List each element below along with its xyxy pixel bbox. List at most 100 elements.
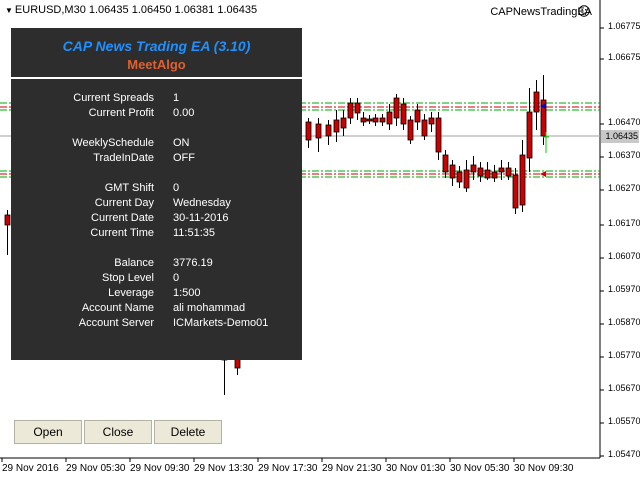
info-label: Current Day [94,197,154,209]
info-value: ON [173,137,190,149]
price-label: 1.05870 [608,317,640,327]
info-row-trade-in-date: TradeInDate OFF [11,152,302,167]
candle-body [442,154,449,173]
info-row-current-spreads: Current Spreads 1 [11,92,302,107]
candle-body [4,214,11,226]
info-label: Stop Level [102,272,154,284]
candle-body [315,123,322,139]
info-label: Current Spreads [73,92,154,104]
info-label: GMT Shift [104,182,154,194]
time-label: 30 Nov 01:30 [386,463,446,474]
info-label: WeeklySchedule [72,137,154,149]
info-value: 0.00 [173,107,195,119]
symbol-info-text: EURUSD,M30 1.06435 1.06450 1.06381 1.064… [14,4,258,16]
info-label: Leverage [108,287,154,299]
time-label: 29 Nov 09:30 [130,463,190,474]
price-label: 1.06775 [608,21,640,31]
candle-body [340,117,347,129]
candle-body [407,119,414,141]
price-label: 1.05470 [608,449,640,459]
candle-body [505,167,512,177]
open-button[interactable]: Open [14,420,82,444]
expert-advisor-name: CAPNewsTradingEA [490,6,592,18]
info-value: 0 [173,182,180,194]
info-value: 1 [173,92,180,104]
time-label: 29 Nov 17:30 [258,463,318,474]
candle-body [463,169,470,189]
panel-title: CAP News Trading EA (3.10) [62,38,251,54]
panel-divider [11,77,302,79]
info-row-current-date: Current Date 30-11-2016 [11,212,302,227]
delete-button[interactable]: Delete [154,420,222,444]
candle-body [428,117,435,125]
info-value: OFF [173,152,195,164]
candle-body [400,103,407,125]
close-button[interactable]: Close [84,420,152,444]
time-label: 29 Nov 13:30 [194,463,254,474]
candle-body [393,97,400,119]
candle-body [325,124,332,137]
candle-body [414,109,421,123]
candle-body [333,119,340,133]
time-label: 29 Nov 05:30 [66,463,126,474]
info-label: TradeInDate [93,152,154,164]
info-value: 30-11-2016 [173,212,229,224]
info-label: Balance [114,257,154,269]
info-value: 0 [173,272,180,284]
info-row-account-name: Account Name ali mohammad [11,302,302,317]
info-row-current-profit: Current Profit 0.00 [11,107,302,122]
price-label: 1.06470 [608,117,640,127]
candle-body [470,164,477,173]
info-value: 1:500 [173,287,201,299]
info-value: ali mohammad [173,302,246,314]
candle-body [449,164,456,179]
price-axis: 1.06775 1.06675 1.06470 1.06370 1.06270 … [600,0,640,480]
candle-body [512,174,519,209]
triangle-down-icon: ▼ [5,6,13,15]
info-row-balance: Balance 3776.19 [11,257,302,272]
info-row-current-time: Current Time 11:51:35 [11,227,302,242]
candle-body [372,117,379,123]
info-row-weekly-schedule: WeeklySchedule ON [11,137,302,152]
ea-info-panel: CAP News Trading EA (3.10) MeetAlgo Curr… [11,28,302,360]
candle-body [519,154,526,206]
info-value: ICMarkets-Demo01 [173,317,269,329]
info-label: Current Profit [88,107,154,119]
candle-body [491,171,498,179]
smiley-icon[interactable] [578,5,590,17]
price-label: 1.05570 [608,416,640,426]
candle-body [456,171,463,183]
candle-body [533,91,540,113]
candle-body [366,118,373,122]
sell-marker [540,171,546,177]
price-label: 1.06070 [608,251,640,261]
price-label: 1.06270 [608,183,640,193]
candle-body [526,111,533,159]
info-value: 11:51:35 [173,227,216,239]
candle-body [421,119,428,137]
info-row-gmt-shift: GMT Shift 0 [11,182,302,197]
info-label: Current Date [91,212,154,224]
price-label: 1.06170 [608,218,640,228]
symbol-info: ▼ EURUSD,M30 1.06435 1.06450 1.06381 1.06… [5,4,257,16]
candle-body [498,167,505,173]
panel-subtitle: MeetAlgo [127,57,186,72]
candle-body [477,167,484,177]
time-label: 30 Nov 09:30 [514,463,574,474]
price-label: 1.05970 [608,284,640,294]
info-row-current-day: Current Day Wednesday [11,197,302,212]
time-label: 29 Nov 21:30 [322,463,382,474]
price-label: 1.06675 [608,52,640,62]
candle-body [305,121,312,141]
info-value: Wednesday [173,197,231,209]
candle-body [484,169,491,179]
candle-body [386,111,393,125]
candle-body [354,102,361,114]
info-row-leverage: Leverage 1:500 [11,287,302,302]
info-label: Current Time [90,227,154,239]
candle-body [435,117,442,153]
info-row-account-server: Account Server ICMarkets-Demo01 [11,317,302,332]
info-value: 3776.19 [173,257,213,269]
price-label: 1.06370 [608,150,640,160]
current-price-tag: 1.06435 [601,130,639,143]
